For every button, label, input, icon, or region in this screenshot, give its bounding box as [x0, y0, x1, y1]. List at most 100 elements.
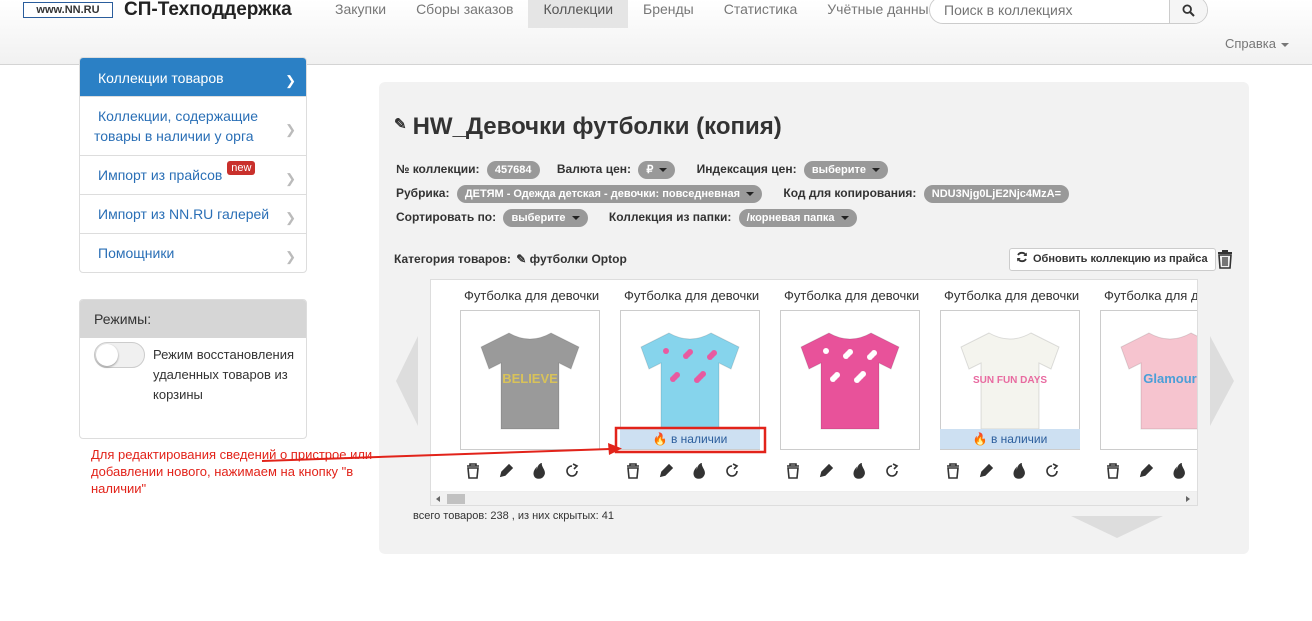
- category-label: Категория товаров:: [394, 252, 511, 266]
- nav-item[interactable]: Коллекции: [528, 0, 629, 28]
- indexing-dropdown[interactable]: выберите: [803, 161, 888, 179]
- search-box: [929, 0, 1208, 24]
- copy-code-badge[interactable]: NDU3Njg0LjE2Njc4MzA=: [923, 185, 1070, 203]
- search-button[interactable]: [1169, 0, 1207, 23]
- tshirt-print-dot: [867, 354, 873, 360]
- carousel-down-icon[interactable]: [1071, 516, 1163, 538]
- search-icon: [1182, 3, 1195, 17]
- pencil-icon[interactable]: [1138, 463, 1154, 479]
- main-nav: Закупки Сборы заказов Коллекции Бренды Стати…: [320, 0, 951, 28]
- product-actions: [465, 463, 605, 479]
- tshirt-print-dot: [663, 348, 669, 354]
- in-stock-label: в наличии: [990, 432, 1048, 446]
- modes-title: Режимы:: [80, 300, 306, 338]
- pencil-icon[interactable]: [818, 463, 834, 479]
- product-actions: [1105, 463, 1197, 479]
- currency-label: Валюта цен:: [556, 162, 631, 176]
- folder-label: Коллекция из папки:: [608, 210, 732, 224]
- nav-item[interactable]: Бренды: [628, 0, 709, 28]
- chevron-right-icon: ❯: [285, 249, 296, 264]
- restore-mode-toggle[interactable]: [94, 342, 145, 368]
- trash-icon[interactable]: [1105, 463, 1121, 479]
- help-dropdown[interactable]: Справка: [1225, 36, 1289, 51]
- caret-down-icon: [659, 168, 668, 173]
- in-stock-button[interactable]: 🔥 в наличии: [620, 429, 760, 449]
- fire-icon: 🔥: [972, 432, 988, 446]
- fire-icon[interactable]: [1171, 463, 1187, 479]
- sidebar-item-in-stock-collections[interactable]: Коллекции, содержащие товары в наличии у…: [80, 97, 306, 156]
- search-input[interactable]: [930, 0, 1168, 23]
- product-title[interactable]: Футболка для девочки: [464, 288, 614, 303]
- caret-down-icon: [746, 192, 755, 197]
- pencil-icon[interactable]: [658, 463, 674, 479]
- caret-down-icon: [1281, 42, 1289, 47]
- carousel-prev-icon[interactable]: [396, 336, 418, 426]
- chevron-right-icon: ❯: [285, 122, 296, 137]
- chevron-right-icon: ❯: [285, 210, 296, 225]
- share-icon[interactable]: [884, 463, 900, 479]
- product-image[interactable]: BELIEVE: [460, 310, 600, 450]
- tshirt-print-dot: [707, 354, 713, 360]
- trash-icon[interactable]: [465, 463, 481, 479]
- refresh-collection-button[interactable]: Обновить коллекцию из прайса: [1009, 248, 1216, 271]
- product-title[interactable]: Футболка для девочки: [624, 288, 774, 303]
- scroll-right-icon[interactable]: [1183, 492, 1193, 506]
- pencil-icon[interactable]: [978, 463, 994, 479]
- pencil-icon[interactable]: ✎: [516, 252, 526, 266]
- share-icon[interactable]: [724, 463, 740, 479]
- pencil-icon[interactable]: [498, 463, 514, 479]
- in-stock-label: в наличии: [670, 432, 728, 446]
- sort-dropdown[interactable]: выберите: [503, 209, 588, 227]
- rubric-dropdown[interactable]: ДЕТЯМ - Одежда детская - девочки: повсед…: [456, 185, 763, 203]
- top-navbar: www.NN.RU СП-Техподдержка Закупки Сборы з…: [0, 0, 1312, 65]
- share-icon[interactable]: [564, 463, 580, 479]
- collection-number-badge: 457684: [486, 161, 540, 179]
- tshirt-print-dot: [830, 376, 836, 382]
- total-products: всего товаров: 238 , из них скрытых: 41: [413, 510, 615, 522]
- pencil-icon[interactable]: ✎: [394, 116, 407, 133]
- scrollbar-thumb[interactable]: [447, 494, 465, 504]
- annotation-text: Для редактирования сведений о пристрое и…: [91, 447, 373, 496]
- folder-dropdown[interactable]: /корневая папка: [738, 209, 857, 227]
- trash-icon[interactable]: [625, 463, 641, 479]
- sidebar-item-label: Коллекции товаров: [98, 70, 224, 86]
- tshirt-image: Glamour: [1120, 332, 1197, 430]
- sidebar-item-price-import[interactable]: Импорт из прайсов new ❯: [80, 156, 306, 195]
- product-image[interactable]: [780, 310, 920, 450]
- fire-icon[interactable]: [1011, 463, 1027, 479]
- horizontal-scrollbar[interactable]: [431, 491, 1197, 505]
- product-title[interactable]: Футболка для девочки: [784, 288, 934, 303]
- product-title[interactable]: Футболка для девочки: [1104, 288, 1197, 303]
- sidebar-item-helpers[interactable]: Помощники ❯: [80, 234, 306, 272]
- trash-icon[interactable]: [945, 463, 961, 479]
- category-value[interactable]: футболки Optop: [530, 252, 627, 266]
- refresh-icon: [1017, 251, 1027, 263]
- product-image[interactable]: Glamour: [1100, 310, 1197, 450]
- fire-icon[interactable]: [531, 463, 547, 479]
- logo-text: www.NN.RU: [36, 4, 100, 16]
- product-title[interactable]: Футболка для девочки: [944, 288, 1094, 303]
- trash-icon[interactable]: [1216, 249, 1234, 269]
- scroll-left-icon[interactable]: [433, 492, 443, 506]
- sort-value: выберите: [511, 212, 566, 224]
- tshirt-print-text: Glamour: [1143, 371, 1196, 386]
- in-stock-button[interactable]: 🔥 в наличии: [940, 429, 1080, 449]
- trash-icon[interactable]: [785, 463, 801, 479]
- brand-title[interactable]: СП-Техподдержка: [124, 0, 292, 21]
- nav-item[interactable]: Закупки: [320, 0, 401, 28]
- fire-icon[interactable]: [851, 463, 867, 479]
- sidebar-item-collections[interactable]: Коллекции товаров ❯: [80, 58, 306, 97]
- currency-dropdown[interactable]: ₽: [638, 161, 676, 179]
- modes-panel: Режимы: Режим восстановления удаленных т…: [79, 299, 307, 439]
- collection-title-text: HW_Девочки футболки (копия): [412, 113, 782, 140]
- indexing-value: выберите: [811, 164, 866, 176]
- sidebar-item-gallery-import[interactable]: Импорт из NN.RU галерей ❯: [80, 195, 306, 234]
- nav-item[interactable]: Сборы заказов: [401, 0, 528, 28]
- share-icon[interactable]: [1044, 463, 1060, 479]
- site-logo[interactable]: www.NN.RU: [23, 2, 113, 18]
- carousel-next-icon[interactable]: [1210, 336, 1234, 426]
- sidebar-item-label: Импорт из NN.RU галерей: [98, 206, 270, 222]
- nav-item[interactable]: Статистика: [709, 0, 813, 28]
- fire-icon[interactable]: [691, 463, 707, 479]
- toggle-knob: [96, 344, 118, 366]
